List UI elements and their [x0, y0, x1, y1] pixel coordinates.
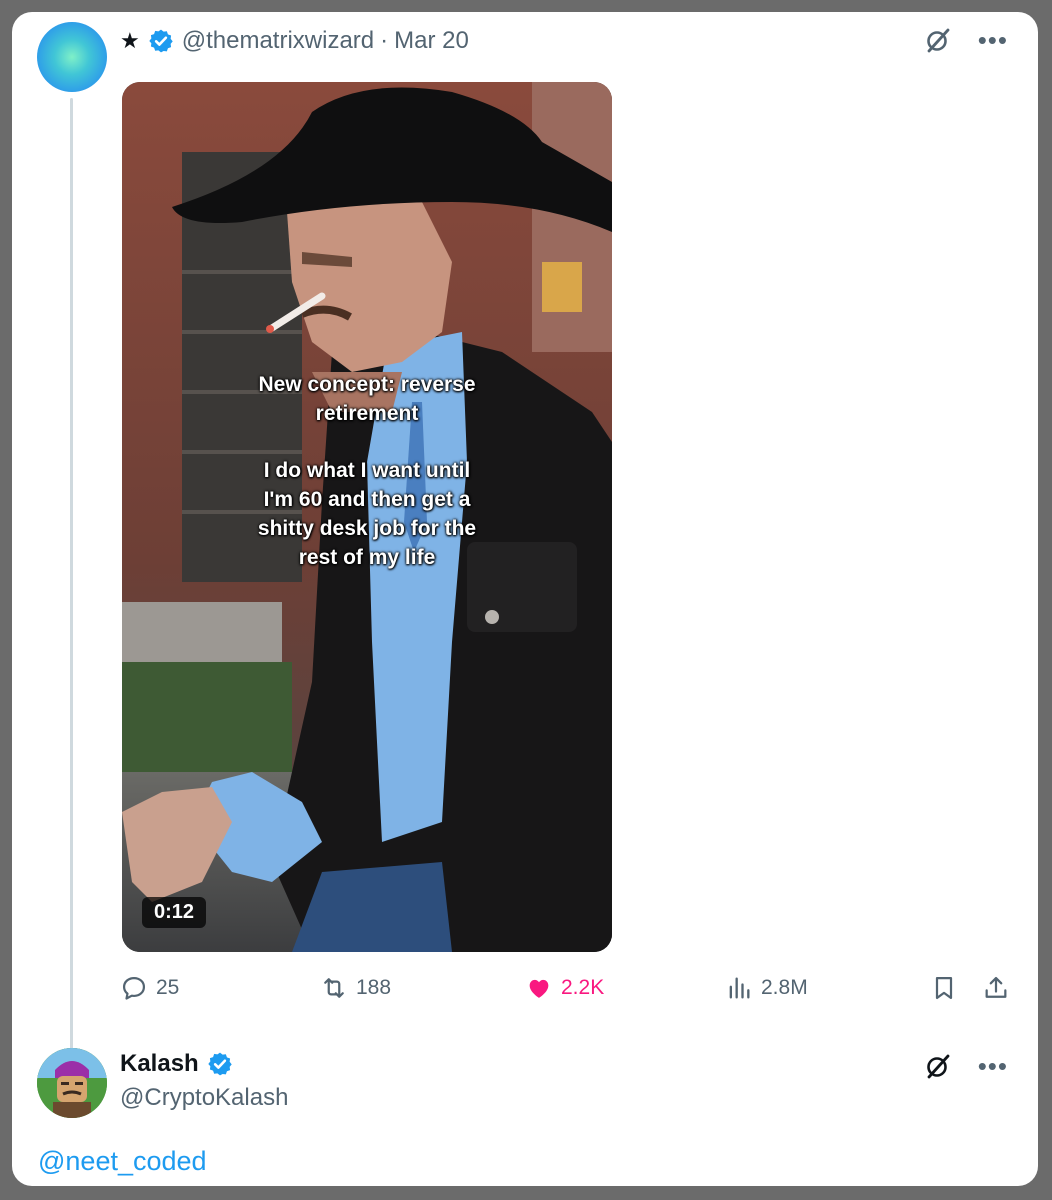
- reply-author: Kalash: [120, 1050, 241, 1078]
- repost-count: 188: [356, 976, 392, 999]
- view-count: 2.8M: [761, 976, 808, 999]
- reply-author-name[interactable]: Kalash: [120, 1050, 199, 1078]
- repost-button[interactable]: 188: [320, 974, 391, 1002]
- like-icon: [529, 979, 549, 998]
- thread-line: [70, 98, 73, 1052]
- avatar[interactable]: [37, 22, 107, 92]
- grok-icon[interactable]: [924, 26, 952, 54]
- verified-badge-icon: [208, 1052, 232, 1076]
- repost-icon: [324, 978, 344, 998]
- author-handle[interactable]: @thematrixwizard: [182, 27, 374, 55]
- share-button[interactable]: [982, 974, 1010, 1002]
- caption-line: shitty desk job for the: [257, 517, 477, 540]
- separator: ·: [380, 27, 389, 54]
- video-caption-title: New concept: reverse retirement: [122, 370, 612, 428]
- grok-icon[interactable]: [924, 1052, 952, 1080]
- caption-line: rest of my life: [298, 546, 436, 569]
- more-icon[interactable]: •••: [978, 1053, 1008, 1079]
- action-bar: 25 188 2.2K 2.8M: [120, 974, 1010, 1014]
- verified-badge-icon: [149, 29, 173, 53]
- post-date[interactable]: Mar 20: [394, 27, 469, 55]
- caption-line: I do what I want until: [263, 459, 471, 482]
- reply-count: 25: [156, 976, 180, 999]
- video-duration: 0:12: [142, 897, 207, 928]
- bookmark-icon: [935, 976, 953, 1000]
- tweet-card: ★ @thematrixwizard · Mar 20 ••• New conc…: [12, 12, 1038, 1186]
- more-icon[interactable]: •••: [978, 27, 1008, 53]
- reply-author-handle[interactable]: @CryptoKalash: [120, 1084, 288, 1112]
- video-player[interactable]: New concept: reverse retirement I do wha…: [122, 82, 612, 952]
- reply-button[interactable]: 25: [120, 974, 179, 1002]
- video-caption-body: I do what I want until I'm 60 and then g…: [122, 456, 612, 572]
- post-header: ★ @thematrixwizard · Mar 20: [120, 26, 469, 56]
- like-count: 2.2K: [561, 976, 605, 999]
- reply-top-actions: •••: [924, 1052, 1008, 1080]
- post-top-actions: •••: [924, 26, 1008, 54]
- views-button[interactable]: 2.8M: [725, 974, 808, 1002]
- like-button[interactable]: 2.2K: [525, 974, 604, 1002]
- views-icon: [729, 977, 750, 999]
- caption-line: I'm 60 and then get a: [263, 488, 471, 511]
- star-icon: ★: [120, 28, 140, 53]
- reply-icon: [122, 976, 146, 1000]
- caption-line: retirement: [315, 402, 419, 425]
- reply-mention-link[interactable]: @neet_coded: [38, 1146, 207, 1177]
- reply-avatar[interactable]: [37, 1048, 107, 1118]
- caption-line: New concept: reverse: [258, 373, 476, 396]
- bookmark-button[interactable]: [930, 974, 958, 1002]
- share-icon: [985, 976, 1007, 998]
- avatar-image: [37, 1048, 107, 1118]
